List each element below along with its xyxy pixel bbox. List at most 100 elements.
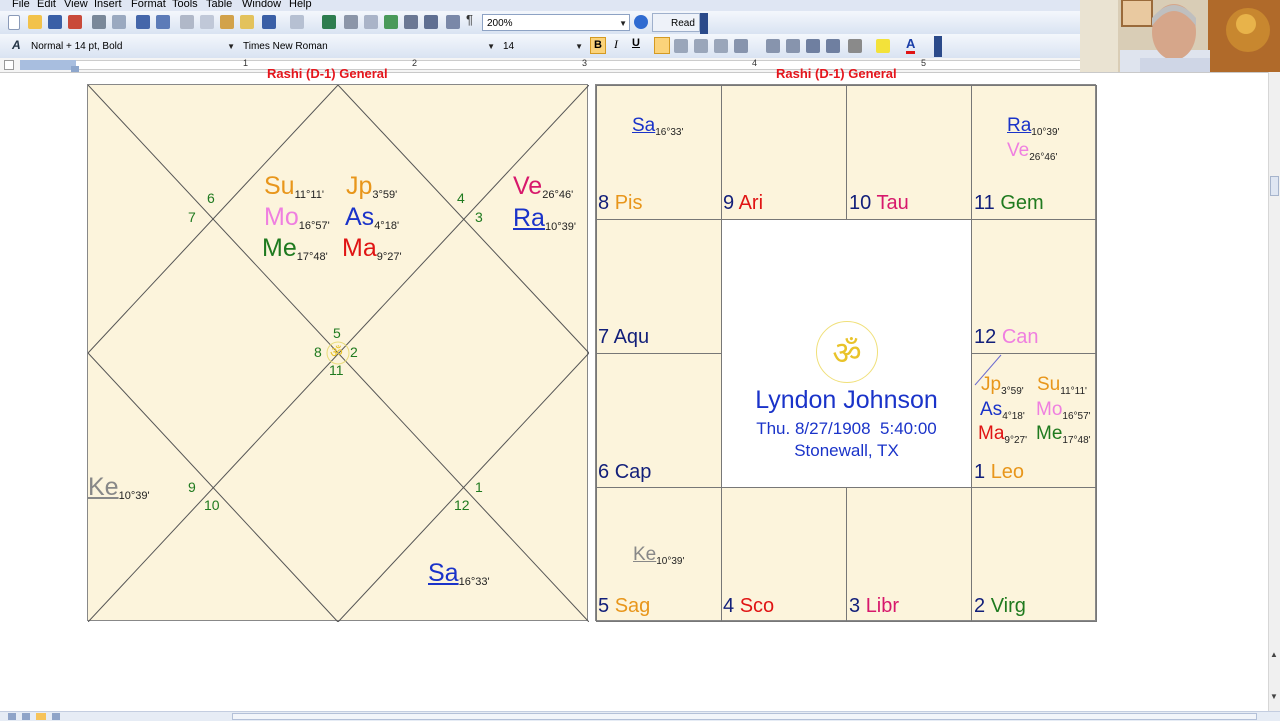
sign-label-ari: 9 Ari: [723, 192, 763, 215]
align-right-icon[interactable]: [694, 39, 708, 53]
planet-name: Mo: [264, 203, 299, 231]
ruler-number: 4: [752, 58, 758, 68]
planet-degree: 26°46': [1029, 152, 1058, 163]
planet-degree: 11°11': [1060, 386, 1087, 397]
webcam-overlay: [1080, 0, 1280, 72]
sign-number: 6: [598, 461, 610, 483]
planet-name: Su: [1037, 374, 1061, 395]
tables-borders-icon[interactable]: [344, 15, 358, 29]
normal-view-icon[interactable]: [8, 713, 16, 720]
planet-degree: 10°39': [544, 221, 576, 233]
menu-help[interactable]: Help: [289, 0, 312, 10]
om-icon: ॐ: [816, 321, 878, 383]
scroll-thumb[interactable]: [1270, 176, 1279, 196]
toolbar-options-icon[interactable]: [934, 36, 942, 57]
web-view-icon[interactable]: [22, 713, 30, 720]
zoom-select[interactable]: 200% ▼: [482, 14, 630, 31]
font-color-icon[interactable]: A: [906, 36, 916, 54]
menu-table[interactable]: Table: [206, 0, 232, 10]
chevron-down-icon: ▼: [619, 19, 627, 28]
style-select[interactable]: Normal + 14 pt, Bold ▼: [26, 37, 238, 54]
menu-view[interactable]: View: [64, 0, 88, 10]
styles-icon[interactable]: A: [12, 38, 21, 52]
align-left-button[interactable]: [654, 37, 670, 54]
vertical-scrollbar[interactable]: ▲ ▼: [1268, 72, 1280, 712]
house-number: 11: [329, 362, 344, 378]
show-formatting-icon[interactable]: ¶: [466, 12, 473, 27]
toolbar-options-icon[interactable]: [700, 13, 708, 34]
paste-icon[interactable]: [220, 15, 234, 29]
print-preview-icon[interactable]: [112, 15, 126, 29]
sign-label-libr: 3 Libr: [849, 595, 899, 618]
print-layout-view-icon[interactable]: [36, 713, 46, 720]
insert-excel-icon[interactable]: [384, 15, 398, 29]
undo-icon[interactable]: [262, 15, 276, 29]
hyperlink-icon[interactable]: [322, 15, 336, 29]
ruler-number: 2: [412, 58, 418, 68]
planet-ve: Ve26°46': [1007, 140, 1057, 163]
print-icon[interactable]: [92, 15, 106, 29]
birth-datetime: Thu. 8/27/1908 5:40:00: [756, 419, 937, 438]
indent-marker[interactable]: [71, 66, 79, 72]
decrease-indent-icon[interactable]: [806, 39, 820, 53]
house-number: 8: [314, 344, 322, 360]
redo-icon[interactable]: [290, 15, 304, 29]
planet-name: As: [345, 203, 375, 231]
cut-icon[interactable]: [180, 15, 194, 29]
sign-name: Tau: [876, 192, 909, 214]
menu-window[interactable]: Window: [242, 0, 281, 10]
menu-edit[interactable]: Edit: [37, 0, 56, 10]
scroll-up-icon[interactable]: ▲: [1270, 650, 1279, 659]
insert-table-icon[interactable]: [364, 15, 378, 29]
research-icon[interactable]: [156, 15, 170, 29]
justify-icon[interactable]: [714, 39, 728, 53]
align-center-icon[interactable]: [674, 39, 688, 53]
spelling-icon[interactable]: [136, 15, 150, 29]
increase-indent-icon[interactable]: [826, 39, 840, 53]
open-icon[interactable]: [28, 15, 42, 29]
copy-icon[interactable]: [200, 15, 214, 29]
planet-name: Me: [1036, 423, 1063, 444]
sign-label-tau: 10 Tau: [849, 192, 909, 215]
italic-button[interactable]: I: [614, 37, 618, 52]
help-icon[interactable]: [634, 15, 648, 29]
highlight-icon[interactable]: [876, 39, 890, 53]
planet-name: Me: [262, 234, 297, 262]
underline-button[interactable]: U: [632, 37, 640, 49]
scroll-thumb[interactable]: [232, 713, 1257, 720]
bullets-icon[interactable]: [786, 39, 800, 53]
menu-insert[interactable]: Insert: [94, 0, 122, 10]
menu-format[interactable]: Format: [131, 0, 166, 10]
borders-icon[interactable]: [848, 39, 862, 53]
numbering-icon[interactable]: [766, 39, 780, 53]
new-icon[interactable]: [8, 15, 20, 30]
menu-file[interactable]: File: [12, 0, 30, 10]
menu-tools[interactable]: Tools: [172, 0, 198, 10]
house-number: 5: [333, 325, 341, 341]
sign-label-sco: 4 Sco: [723, 595, 774, 618]
tab-selector-icon[interactable]: [4, 60, 14, 70]
scroll-down-icon[interactable]: ▼: [1270, 692, 1279, 701]
outline-view-icon[interactable]: [52, 713, 60, 720]
native-name: Lyndon Johnson: [755, 386, 938, 414]
planet-name: Su: [264, 172, 295, 200]
bold-button[interactable]: B: [590, 37, 606, 54]
font-select[interactable]: Times New Roman ▼: [238, 37, 498, 54]
read-button[interactable]: Read: [652, 13, 700, 32]
drawing-icon[interactable]: [424, 15, 438, 29]
columns-icon[interactable]: [404, 15, 418, 29]
line-spacing-icon[interactable]: [734, 39, 748, 53]
sign-name: Aqu: [613, 326, 650, 348]
planet-degree: 4°18': [1002, 411, 1025, 422]
zoom-value: 200%: [487, 18, 513, 29]
format-painter-icon[interactable]: [240, 15, 254, 29]
permission-icon[interactable]: [68, 15, 82, 29]
document-map-icon[interactable]: [446, 15, 460, 29]
planet-ra: Ra10°39': [513, 204, 576, 233]
font-size-select[interactable]: 14 ▼: [498, 37, 586, 54]
sign-name: Leo: [990, 461, 1025, 483]
house-number: 12: [454, 497, 470, 513]
font-size-value: 14: [503, 41, 515, 52]
left-margin: [20, 60, 76, 70]
save-icon[interactable]: [48, 15, 62, 29]
